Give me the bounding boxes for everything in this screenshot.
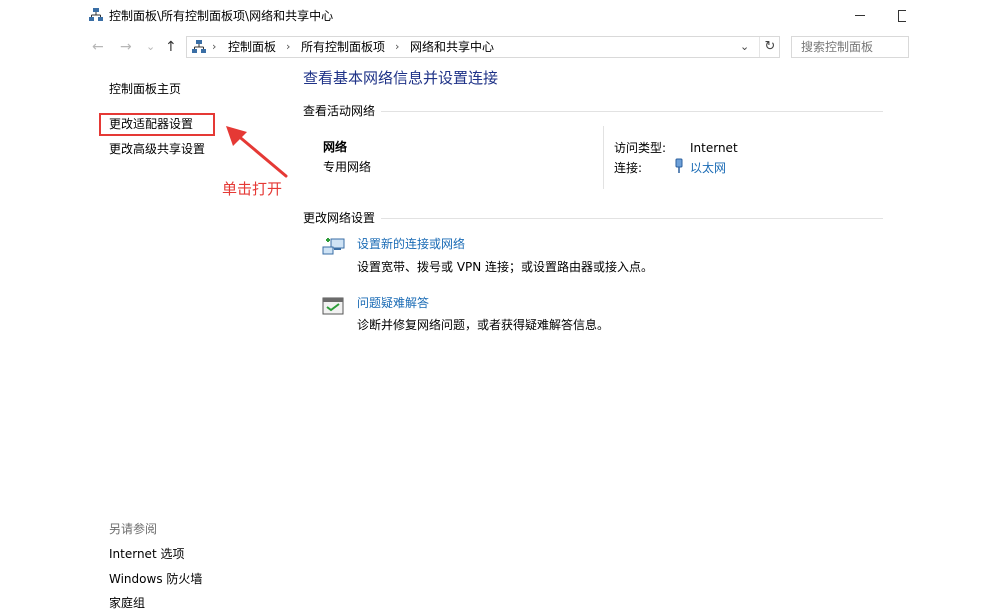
address-bar[interactable]: › 控制面板 › 所有控制面板项 › 网络和共享中心 ⌄ ↻ [186,36,780,58]
breadcrumb-separator: › [395,40,400,53]
access-type-label: 访问类型: [614,141,667,155]
breadcrumb-control-panel[interactable]: 控制面板 [228,39,276,55]
change-settings-heading: 更改网络设置 [303,211,376,225]
network-center-icon [88,7,104,23]
network-divider [603,126,604,189]
section-divider [381,218,883,219]
breadcrumb-separator: › [212,40,217,53]
control-panel-home-link[interactable]: 控制面板主页 [109,80,181,98]
maximize-button[interactable] [898,10,906,22]
search-input[interactable] [791,36,909,58]
recent-locations-button[interactable]: ⌄ [146,38,155,56]
troubleshoot-desc: 诊断并修复网络问题，或者获得疑难解答信息。 [357,318,610,332]
network-name: 网络 [323,140,348,154]
ethernet-connection-link[interactable]: 以太网 [690,160,726,176]
new-connection-icon [322,236,346,258]
control-panel-icon [191,39,207,55]
forward-button[interactable]: → [120,38,132,56]
minimize-button[interactable] [855,15,865,16]
breadcrumb-network-center[interactable]: 网络和共享中心 [410,39,494,55]
access-type-value: Internet [690,141,738,155]
homegroup-link[interactable]: 家庭组 [109,594,145,612]
up-button[interactable]: ↑ [165,38,177,56]
back-button[interactable]: ← [92,38,104,56]
see-also-heading: 另请参阅 [109,522,158,536]
troubleshoot-icon [322,296,346,318]
annotation-label: 单击打开 [222,180,283,198]
setup-new-connection-link[interactable]: 设置新的连接或网络 [357,236,465,252]
windows-firewall-link[interactable]: Windows 防火墙 [109,570,202,588]
highlight-box [99,113,215,136]
active-networks-heading: 查看活动网络 [303,104,376,118]
window-title: 控制面板\所有控制面板项\网络和共享中心 [109,9,334,23]
refresh-icon[interactable]: ↻ [759,37,780,57]
breadcrumb-all-items[interactable]: 所有控制面板项 [301,39,385,55]
advanced-sharing-settings-link[interactable]: 更改高级共享设置 [109,140,205,158]
section-divider [381,111,883,112]
breadcrumb-separator: › [286,40,291,53]
annotation-arrow-icon [226,126,288,178]
setup-new-connection-desc: 设置宽带、拨号或 VPN 连接；或设置路由器或接入点。 [357,260,654,274]
troubleshoot-link[interactable]: 问题疑难解答 [357,295,429,311]
page-title: 查看基本网络信息并设置连接 [303,69,499,87]
network-type-link[interactable]: 专用网络 [323,159,371,175]
connection-label: 连接: [614,161,643,175]
ethernet-icon [674,158,684,178]
address-dropdown-icon[interactable]: ⌄ [740,39,749,55]
internet-options-link[interactable]: Internet 选项 [109,545,184,563]
